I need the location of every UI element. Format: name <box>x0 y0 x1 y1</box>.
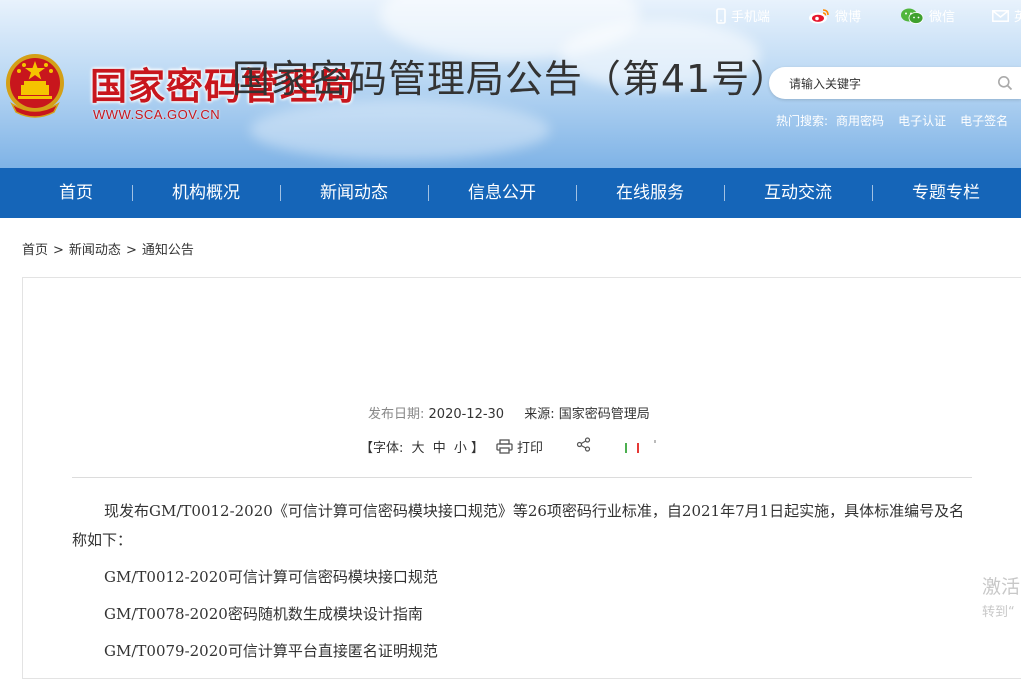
breadcrumb: 首页 > 新闻动态 > 通知公告 <box>22 239 194 258</box>
nav-item-special-topics[interactable]: 专题专栏 <box>896 168 996 218</box>
nav-item-info-disclosure[interactable]: 信息公开 <box>452 168 552 218</box>
nav-divider <box>428 185 429 201</box>
standard-item: GM/T0078-2020密码随机数生成模块设计指南 <box>104 605 423 623</box>
print-button[interactable]: 打印 <box>496 437 543 456</box>
font-size-small[interactable]: 小 <box>454 441 467 456</box>
nav-divider <box>872 185 873 201</box>
print-label: 打印 <box>517 441 544 456</box>
share-platforms-icon <box>625 440 656 453</box>
watermark-line1: 激活 <box>982 576 1021 598</box>
site-url[interactable]: WWW.SCA.GOV.CN <box>93 107 220 122</box>
content-divider <box>72 477 972 478</box>
nav-divider <box>576 185 577 201</box>
hot-search-term[interactable]: 电子签名 <box>960 114 1008 128</box>
hot-search-term[interactable]: 商用密码 <box>836 114 884 128</box>
mail-link[interactable]: 英文 <box>992 6 1021 25</box>
mail-link-label: 英文 <box>1014 10 1021 25</box>
article-meta: 发布日期: 2020-12-30 来源: 国家密码管理局 <box>368 403 650 422</box>
share-button[interactable] <box>576 437 591 456</box>
font-size-large[interactable]: 大 <box>412 441 425 456</box>
standard-item: GM/T0012-2020可信计算可信密码模块接口规范 <box>104 568 438 586</box>
wechat-icon <box>901 8 924 24</box>
breadcrumb-separator: > <box>125 243 137 258</box>
mobile-phone-icon <box>716 7 726 24</box>
wechat-link[interactable]: 微信 <box>900 6 955 25</box>
font-size-close: 】 <box>471 441 485 456</box>
nav-item-online-services[interactable]: 在线服务 <box>600 168 700 218</box>
nav-item-organization[interactable]: 机构概况 <box>156 168 256 218</box>
breadcrumb-separator: > <box>53 243 64 258</box>
mobile-link[interactable]: 手机端 <box>716 6 770 25</box>
main-nav: 首页 机构概况 新闻动态 信息公开 在线服务 互动交流 专题专栏 <box>0 168 1021 218</box>
publish-date-label: 发布日期: <box>368 407 425 422</box>
article-body: 现发布GM/T0012-2020《可信计算可信密码模块接口规范》等26项密码行业… <box>72 497 972 666</box>
publish-date: 2020-12-30 <box>428 407 505 422</box>
weibo-icon <box>809 9 829 24</box>
source: 国家密码管理局 <box>558 407 650 422</box>
breadcrumb-news[interactable]: 新闻动态 <box>69 243 121 258</box>
weibo-link[interactable]: 微博 <box>808 6 861 25</box>
mail-icon <box>992 9 1009 22</box>
mobile-link-label: 手机端 <box>731 10 771 25</box>
share-platform-icons[interactable] <box>624 440 660 458</box>
font-size-medium[interactable]: 中 <box>433 441 446 456</box>
nav-divider <box>132 185 133 201</box>
nav-divider <box>724 185 725 201</box>
hot-search-term[interactable]: 电子认证 <box>898 114 946 128</box>
nav-item-interaction[interactable]: 互动交流 <box>748 168 848 218</box>
nav-divider <box>280 185 281 201</box>
weibo-link-label: 微博 <box>835 10 862 25</box>
article-intro: 现发布GM/T0012-2020《可信计算可信密码模块接口规范》等26项密码行业… <box>72 502 965 549</box>
watermark-line2: 转到“ <box>982 605 1015 620</box>
wechat-link-label: 微信 <box>929 10 956 25</box>
printer-icon <box>496 439 513 454</box>
activation-watermark: 激活 转到“ <box>982 572 1020 620</box>
article-title: 国家密码管理局公告（第41号） <box>231 57 790 101</box>
nav-item-news[interactable]: 新闻动态 <box>304 168 404 218</box>
font-size-label: 【字体: <box>360 441 404 456</box>
breadcrumb-notices[interactable]: 通知公告 <box>142 243 194 258</box>
hot-search: 热门搜索: 商用密码 电子认证 电子签名 <box>776 112 1021 129</box>
breadcrumb-home[interactable]: 首页 <box>22 243 48 258</box>
standard-item: GM/T0079-2020可信计算平台直接匿名证明规范 <box>104 642 438 660</box>
font-size-control: 【字体: 大 中 小 】 <box>360 437 484 456</box>
nav-item-home[interactable]: 首页 <box>34 168 118 218</box>
share-icon <box>576 437 591 452</box>
source-label: 来源: <box>524 407 555 422</box>
hot-search-label: 热门搜索: <box>776 114 829 128</box>
